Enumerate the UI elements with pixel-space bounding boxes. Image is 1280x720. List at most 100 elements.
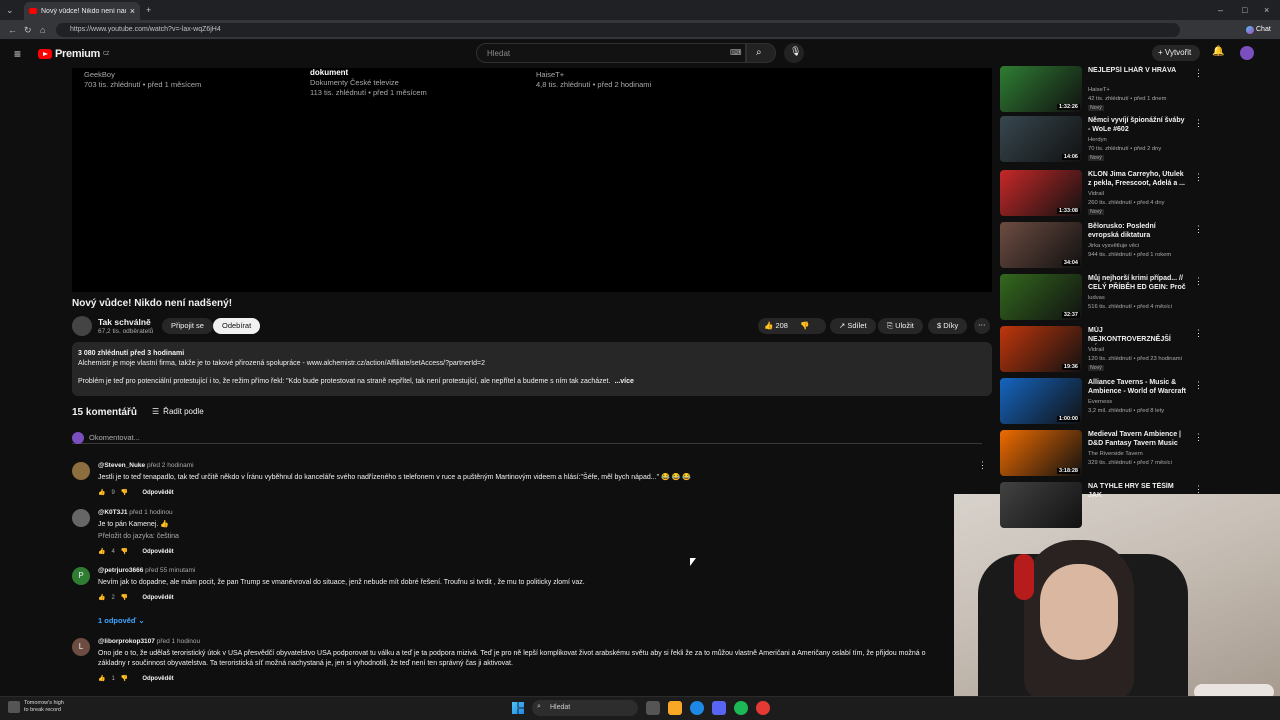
thumbs-down-icon[interactable]: 👎 — [121, 489, 128, 496]
spotify-icon[interactable] — [734, 701, 748, 715]
taskbar-search[interactable]: ⌕ Hledat — [532, 700, 638, 716]
comment-time[interactable]: před 1 hodinou — [157, 638, 200, 645]
recommended-video-title[interactable]: MŮJ NEJKONTROVERZNĚJŠÍ NÁZOR! - ASQQQ — [1088, 326, 1186, 345]
recommended-channel[interactable]: Everness — [1088, 399, 1112, 405]
recommended-video[interactable]: 19:36 MŮJ NEJKONTROVERZNĚJŠÍ NÁZOR! - ASQ… — [1000, 326, 1203, 376]
edge-icon[interactable] — [690, 701, 704, 715]
recommended-channel[interactable]: The Riverside Tavern — [1088, 451, 1143, 457]
recommended-channel[interactable]: Vidrail — [1088, 191, 1104, 197]
endcard-item[interactable]: dokument Dokumenty České televize 113 ti… — [310, 68, 427, 98]
notifications-bell-icon[interactable]: 🔔 — [1212, 46, 1224, 57]
recommended-video-title[interactable]: NEJLEPŠÍ LHÁŘ V HRÁVA — [1088, 66, 1186, 75]
show-replies-button[interactable]: 1 odpověď ⌄ — [98, 616, 145, 625]
youtube-logo[interactable]: Premium CZ — [38, 48, 109, 60]
search-input[interactable]: Hledat — [476, 43, 746, 63]
dislike-button[interactable]: 👎 — [800, 321, 809, 330]
share-button[interactable]: ↗ Sdílet — [830, 318, 876, 334]
search-button[interactable]: ⌕ — [746, 43, 776, 63]
comment-avatar[interactable]: P — [72, 567, 90, 585]
weather-icon[interactable] — [8, 701, 20, 713]
recommended-video[interactable]: NA TYHLE HRY SE TĚŠÍM JAK ⋮ — [1000, 482, 1203, 532]
recommended-channel[interactable]: Jirka vysvětluje věci — [1088, 243, 1139, 249]
video-thumbnail[interactable]: 1:33:08 — [1000, 170, 1082, 216]
recommended-video-title[interactable]: NA TYHLE HRY SE TĚŠÍM JAK — [1088, 482, 1186, 500]
close-tab-icon[interactable]: × — [130, 6, 135, 16]
new-tab-icon[interactable]: + — [146, 5, 151, 15]
reply-button[interactable]: Odpovědět — [142, 549, 173, 555]
more-vertical-icon[interactable]: ⋮ — [1194, 276, 1203, 287]
thumbs-up-icon[interactable]: 👍 — [98, 489, 105, 496]
more-vertical-icon[interactable]: ⋮ — [1194, 224, 1203, 235]
comment-menu-icon[interactable]: ⋮ — [978, 460, 987, 471]
app-icon[interactable] — [756, 701, 770, 715]
close-window-icon[interactable]: × — [1264, 5, 1269, 15]
discord-icon[interactable] — [712, 701, 726, 715]
minimize-icon[interactable]: – — [1218, 5, 1223, 15]
thumbs-up-icon[interactable]: 👍 — [98, 548, 105, 555]
thanks-button[interactable]: $ Díky — [928, 318, 968, 334]
comment-author[interactable]: @petrjuro3666 — [98, 567, 143, 574]
thumbs-up-icon[interactable]: 👍 — [98, 594, 105, 601]
weather-widget[interactable]: Tomorrow's high to break record — [24, 700, 64, 714]
reply-button[interactable]: Odpovědět — [142, 676, 173, 682]
video-thumbnail[interactable]: 32:37 — [1000, 274, 1082, 320]
channel-avatar[interactable] — [72, 316, 92, 336]
save-button[interactable]: ⎘ Uložit — [878, 318, 923, 334]
video-thumbnail[interactable]: 1:32:26 — [1000, 66, 1082, 112]
reply-button[interactable]: Odpovědět — [142, 490, 173, 496]
reload-icon[interactable]: ↻ — [24, 25, 32, 35]
file-explorer-icon[interactable] — [668, 701, 682, 715]
create-button[interactable]: + Vytvořit — [1152, 45, 1200, 61]
endcard-item[interactable]: HaiseT+ 4,8 tis. zhlédnutí • před 2 hodi… — [536, 70, 651, 90]
video-thumbnail[interactable]: 3:18:28 — [1000, 430, 1082, 476]
recommended-video-title[interactable]: Alliance Taverns - Music & Ambience - Wo… — [1088, 378, 1186, 396]
back-icon[interactable]: ← — [8, 25, 17, 35]
join-button[interactable]: Připojit se — [162, 318, 213, 334]
recommended-video[interactable]: 1:00:00 Alliance Taverns - Music & Ambien… — [1000, 378, 1203, 428]
comment-avatar[interactable] — [72, 462, 90, 480]
add-comment-field[interactable]: Okomentovat... — [72, 432, 982, 444]
menu-icon[interactable]: ≡ — [14, 47, 21, 61]
recommended-channel[interactable]: ludvas — [1088, 295, 1105, 301]
recommended-video[interactable]: 34:04 Bělorusko: Poslední evropská diktat… — [1000, 222, 1203, 272]
account-avatar[interactable] — [1240, 46, 1254, 60]
task-view-icon[interactable] — [646, 701, 660, 715]
video-thumbnail[interactable] — [1000, 482, 1082, 528]
recommended-video[interactable]: 1:33:08 KLON Jima Carreyho, Útulek z pekl… — [1000, 170, 1203, 220]
endcard-item[interactable]: GeekBoy 703 tis. zhlédnutí • před 1 měsí… — [84, 70, 201, 90]
video-thumbnail[interactable]: 34:04 — [1000, 222, 1082, 268]
comment-author[interactable]: @liborprokop3107 — [98, 638, 155, 645]
subscribe-button[interactable]: Odebírat — [213, 318, 261, 334]
recommended-channel[interactable]: HaiseT+ — [1088, 87, 1110, 93]
maximize-icon[interactable]: □ — [1242, 5, 1247, 15]
recommended-video[interactable]: 1:32:26 NEJLEPŠÍ LHÁŘ V HRÁVA HaiseT+ 42 ti… — [1000, 66, 1203, 116]
channel-name[interactable]: Tak schválně — [98, 317, 151, 327]
video-thumbnail[interactable]: 19:36 — [1000, 326, 1082, 372]
recommended-video-title[interactable]: KLON Jima Carreyho, Útulek z pekla, Free… — [1088, 170, 1186, 188]
recommended-channel[interactable]: Herdyn — [1088, 137, 1107, 143]
more-vertical-icon[interactable]: ⋮ — [1194, 484, 1203, 495]
video-thumbnail[interactable]: 1:00:00 — [1000, 378, 1082, 424]
comment-author[interactable]: @Steven_Nuke — [98, 462, 145, 469]
more-vertical-icon[interactable]: ⋮ — [1194, 432, 1203, 443]
tab-list-icon[interactable]: ⌄ — [6, 5, 14, 15]
thumbs-down-icon[interactable]: 👎 — [121, 594, 128, 601]
comment-author[interactable]: @K0T3J1 — [98, 509, 127, 516]
more-vertical-icon[interactable]: ⋮ — [1194, 380, 1203, 391]
recommended-video[interactable]: 3:18:28 Medieval Tavern Ambience | D&D Fa… — [1000, 430, 1203, 480]
recommended-video[interactable]: 14:06 Němci vyvíjí špionážní šváby - WoLe… — [1000, 116, 1203, 166]
more-actions-button[interactable]: ⋯ — [974, 318, 990, 334]
recommended-video[interactable]: 32:37 Můj nejhorší krimi případ... // CEL… — [1000, 274, 1203, 324]
comment-time[interactable]: před 1 hodinou — [129, 509, 172, 516]
keyboard-icon[interactable]: ⌨ — [730, 48, 742, 57]
home-icon[interactable]: ⌂ — [40, 25, 45, 35]
voice-search-button[interactable]: 🎙 — [784, 43, 804, 63]
reply-button[interactable]: Odpovědět — [142, 595, 173, 601]
comment-time[interactable]: před 2 hodinami — [147, 462, 194, 469]
copilot-chat-button[interactable]: Chat — [1246, 25, 1271, 35]
more-vertical-icon[interactable]: ⋮ — [1194, 118, 1203, 129]
sort-comments-button[interactable]: ☰ Řadit podle — [152, 407, 204, 416]
recommended-video-title[interactable]: Němci vyvíjí špionážní šváby - WoLe #602 — [1088, 116, 1186, 134]
more-vertical-icon[interactable]: ⋮ — [1194, 68, 1203, 79]
show-more-link[interactable]: ...více — [614, 378, 633, 385]
